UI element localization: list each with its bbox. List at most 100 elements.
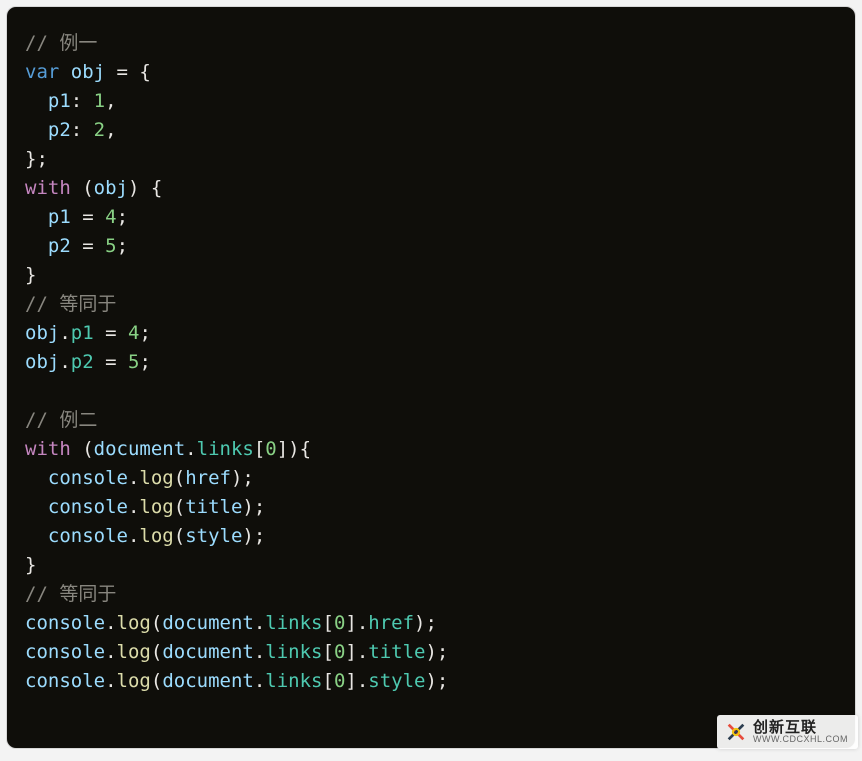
code-token: ; (117, 235, 128, 257)
code-token: log (117, 641, 151, 663)
code-token (25, 235, 48, 257)
watermark-logo-icon (725, 721, 747, 743)
code-token: ; (139, 322, 150, 344)
code-token: = (71, 235, 105, 257)
code-token: ; (117, 206, 128, 228)
code-token: links (265, 612, 322, 634)
code-token (25, 496, 48, 518)
code-token: . (128, 525, 139, 547)
code-token: console (48, 496, 128, 518)
code-token: obj (25, 351, 59, 373)
code-token: }; (25, 148, 48, 170)
code-token: 0 (334, 670, 345, 692)
code-token: // 等同于 (25, 583, 116, 605)
code-token: href (185, 467, 231, 489)
watermark-text: 创新互联 WWW.CDCXHL.COM (753, 720, 848, 744)
code-token: links (265, 641, 322, 663)
code-token: ]){ (277, 438, 311, 460)
code-token (25, 380, 36, 402)
code-token: . (254, 641, 265, 663)
code-token: title (368, 641, 425, 663)
code-token: p2 (48, 235, 71, 257)
code-token: : (71, 90, 94, 112)
code-token: ); (242, 496, 265, 518)
code-token: obj (71, 61, 105, 83)
code-token: console (48, 525, 128, 547)
code-token: ( (151, 612, 162, 634)
code-token: console (48, 467, 128, 489)
code-token: log (139, 467, 173, 489)
code-token: . (128, 496, 139, 518)
code-token: ( (174, 525, 185, 547)
code-token: , (105, 119, 116, 141)
code-token: 5 (128, 351, 139, 373)
code-token: = (94, 322, 128, 344)
code-token (25, 525, 48, 547)
code-token: document (94, 438, 186, 460)
code-token: . (254, 612, 265, 634)
code-token: . (59, 322, 70, 344)
code-token: [ (322, 670, 333, 692)
code-token: : (71, 119, 94, 141)
code-token: } (25, 554, 36, 576)
code-token: 2 (94, 119, 105, 141)
code-token: 4 (128, 322, 139, 344)
code-token: ( (151, 670, 162, 692)
code-token (25, 119, 48, 141)
code-token: ]. (345, 641, 368, 663)
code-token: . (105, 612, 116, 634)
code-token: document (162, 641, 254, 663)
code-token: p2 (48, 119, 71, 141)
code-token: p1 (48, 90, 71, 112)
code-token: = (71, 206, 105, 228)
code-token: links (265, 670, 322, 692)
code-token: links (197, 438, 254, 460)
code-token: ; (139, 351, 150, 373)
code-token: ( (151, 641, 162, 663)
code-token: ); (425, 641, 448, 663)
code-token: ]. (345, 612, 368, 634)
code-token (25, 467, 48, 489)
code-token: . (59, 351, 70, 373)
code-token: 0 (334, 641, 345, 663)
code-block: // 例一 var obj = { p1: 1, p2: 2, }; with … (25, 29, 837, 696)
code-token: with (25, 177, 71, 199)
code-token: 4 (105, 206, 116, 228)
code-token: [ (322, 612, 333, 634)
code-token: ( (174, 467, 185, 489)
code-token: title (185, 496, 242, 518)
code-token: ); (425, 670, 448, 692)
code-token: 1 (94, 90, 105, 112)
code-token: href (368, 612, 414, 634)
code-token: // 例一 (25, 32, 97, 54)
code-token: console (25, 641, 105, 663)
code-token: = (94, 351, 128, 373)
code-frame: // 例一 var obj = { p1: 1, p2: 2, }; with … (6, 6, 856, 749)
code-token: log (139, 525, 173, 547)
code-token: document (162, 612, 254, 634)
code-token: obj (25, 322, 59, 344)
code-token: ); (242, 525, 265, 547)
code-token: [ (322, 641, 333, 663)
code-token: ); (231, 467, 254, 489)
code-token: 0 (265, 438, 276, 460)
code-token (25, 90, 48, 112)
code-token: . (105, 670, 116, 692)
code-token: ( (71, 177, 94, 199)
code-token: ) { (128, 177, 162, 199)
code-token: log (117, 612, 151, 634)
code-token: ( (71, 438, 94, 460)
code-token: console (25, 612, 105, 634)
code-token: ); (414, 612, 437, 634)
code-token: 5 (105, 235, 116, 257)
code-token: p1 (48, 206, 71, 228)
watermark-badge: 创新互联 WWW.CDCXHL.COM (717, 715, 858, 749)
code-token: . (185, 438, 196, 460)
code-token: . (254, 670, 265, 692)
code-token: document (162, 670, 254, 692)
code-token: console (25, 670, 105, 692)
code-token: [ (254, 438, 265, 460)
code-token: ]. (345, 670, 368, 692)
code-token: style (185, 525, 242, 547)
watermark-brand-cn: 创新互联 (753, 720, 848, 735)
